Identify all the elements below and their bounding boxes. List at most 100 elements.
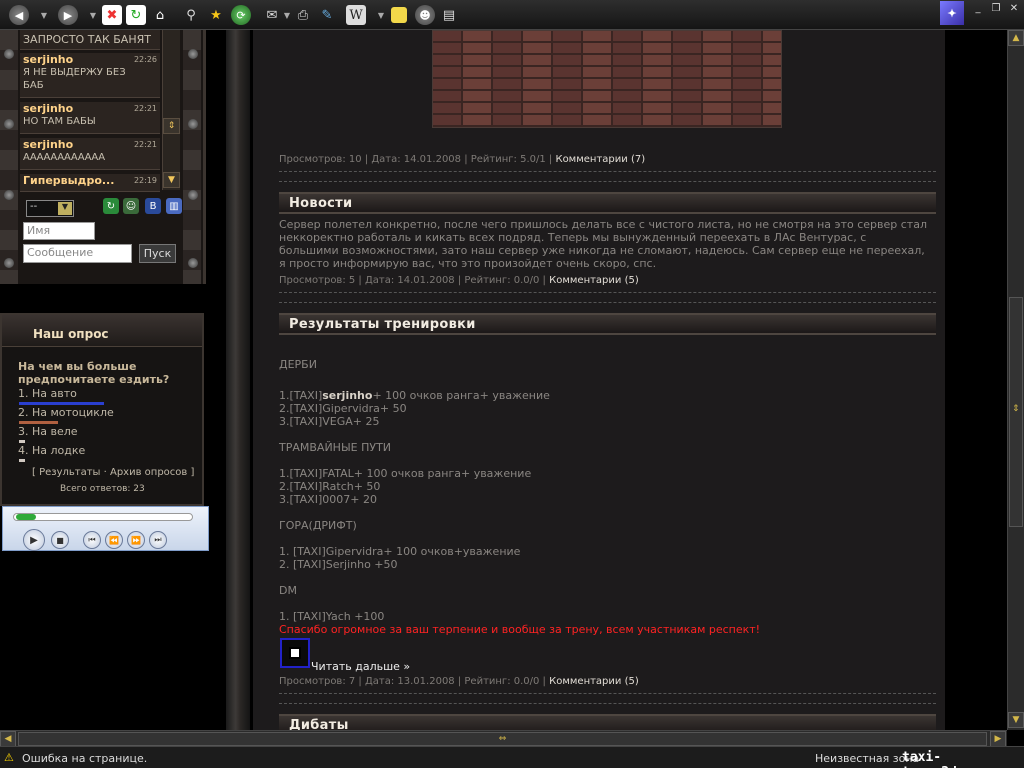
bolt-icon [188,49,198,59]
hscroll-thumb[interactable]: ⇔ [18,732,987,746]
seek-bar[interactable] [13,513,193,521]
bolt-icon [4,190,14,200]
chat-scroll-down-icon[interactable]: ▼ [163,172,180,188]
refresh-icon[interactable]: ↻ [126,5,146,25]
training-line: 1. [TAXI]Yach +100 [279,610,385,623]
history-icon[interactable]: ⟳ [231,5,251,25]
word-icon[interactable]: W [346,5,366,25]
smiles-icon[interactable]: ☺ [123,198,139,214]
previous-icon[interactable]: ⏮ [83,531,101,549]
section-header: Дибаты [279,714,936,730]
refresh-chat-icon[interactable]: ↻ [103,198,119,214]
restore-icon[interactable]: ❐ [988,2,1004,15]
scroll-thumb[interactable]: ⇕ [1009,297,1023,527]
poll-header: Наш опрос [2,315,202,347]
seek-thumb[interactable] [16,514,36,520]
status-text: Ошибка на странице. [22,752,148,765]
section-title[interactable]: Результаты тренировки [289,317,476,332]
back-icon[interactable]: ◀ [9,5,29,25]
vertical-scrollbar[interactable]: ▲ ⇕ ▼ [1007,30,1024,730]
poll-total: Всего ответов: 23 [60,484,145,494]
mail-icon[interactable]: ✉ [262,5,282,25]
comments-link[interactable]: Комментарии (5) [549,275,639,286]
comments-link[interactable]: Комментарии (5) [549,676,639,687]
scroll-down-icon[interactable]: ▼ [1008,712,1024,728]
read-more-link[interactable]: Читать дальше » [311,660,410,673]
close-icon[interactable]: ✕ [1006,2,1022,15]
chat-scrollbar[interactable]: ⇕ ▼ [162,30,180,190]
thanks-text: Спасибо огромное за ваш терпение и вообщ… [279,623,761,636]
mail-dropdown-icon[interactable]: ▼ [283,5,291,25]
bolt-icon [188,190,198,200]
windows-logo-icon: ✦ [940,1,964,25]
message-input[interactable]: Сообщение [23,244,132,263]
divider [279,703,936,704]
send-button[interactable]: Пуск [139,244,176,263]
news-text: Сервер полетел конкретно, после чего при… [279,218,939,270]
messenger-icon[interactable]: ☻ [415,5,435,25]
chat-channel-select[interactable]: -- ▼ [26,200,74,217]
play-icon[interactable]: ▶ [23,529,45,551]
notes-icon[interactable] [391,7,407,23]
warning-icon[interactable]: ⚠ [4,751,14,764]
poll-bar [19,459,25,462]
next-icon[interactable]: ⏭ [149,531,167,549]
print-icon[interactable]: ⎙ [293,5,313,25]
training-line: 1.[TAXI]FATAL+ 100 очков ранга+ уважение [279,467,532,480]
post-image [432,30,782,128]
chat-scroll-thumb-icon[interactable]: ⇕ [163,118,180,134]
rewind-icon[interactable]: ⏪ [105,531,123,549]
chat-message: Гипервыдро... 22:19 [20,174,160,192]
bolt-icon [4,119,14,129]
bolt-icon [4,258,14,268]
home-icon[interactable]: ⌂ [150,5,170,25]
research-icon[interactable]: ▤ [439,5,459,25]
training-heading: ДЕРБИ [279,358,317,371]
poll-bar [19,421,58,424]
chevron-down-icon[interactable]: ▼ [58,202,72,215]
section-title[interactable]: Дибаты [289,718,349,730]
poll-option[interactable]: 2. На мотоцикле [18,406,114,419]
horizontal-scrollbar[interactable]: ◀ ⇔ ▶ [0,730,1007,747]
broken-image-icon[interactable] [280,638,310,668]
edit-icon[interactable]: ✎ [317,5,337,25]
name-input[interactable]: Имя [23,222,95,240]
forward-dropdown-icon[interactable]: ▼ [89,5,97,25]
post-meta: Просмотров: 7 | Дата: 13.01.2008 | Рейти… [279,676,639,687]
poll-option[interactable]: 1. На авто [18,387,77,400]
training-line: 1. [TAXI]Gipervidra+ 100 очков+уважение [279,545,521,558]
archive-icon[interactable]: ▥ [166,198,182,214]
poll-widget: Наш опрос На чем вы больше предпочитаете… [0,313,204,506]
minimize-icon[interactable]: _ [970,2,986,15]
poll-option[interactable]: 4. На лодке [18,444,85,457]
training-text: 1.[TAXI] [279,389,323,402]
scroll-up-icon[interactable]: ▲ [1008,30,1024,46]
media-player: ▶ ■ ⏮ ⏪ ⏩ ⏭ [2,506,209,551]
poll-links[interactable]: [ Результаты · Архив опросов ] [32,467,194,478]
section-title[interactable]: Новости [289,196,352,211]
poll-option[interactable]: 3. На веле [18,425,78,438]
chat-message: serjinho 22:21 НО ТАМ БАБЫ [20,102,160,134]
favorites-icon[interactable]: ★ [206,5,226,25]
forward-icon[interactable]: ▶ [58,5,78,25]
stop-icon[interactable]: ✖ [102,5,122,25]
section-header: Результаты тренировки [279,313,936,335]
fast-forward-icon[interactable]: ⏩ [127,531,145,549]
word-dropdown-icon[interactable]: ▼ [377,5,385,25]
chat-message: ЗАПРОСТО ТАК БАНЯТ [20,30,160,50]
post-meta: Просмотров: 5 | Дата: 14.01.2008 | Рейти… [279,275,639,286]
training-heading: ГОРА(ДРИФТ) [279,519,357,532]
scroll-left-icon[interactable]: ◀ [0,731,16,747]
comments-link[interactable]: Комментарии (7) [555,154,645,165]
search-icon[interactable]: ⚲ [181,5,201,25]
bbcode-icon[interactable]: B [145,198,161,214]
chat-message-text: АААААААААААА [23,152,106,163]
scroll-right-icon[interactable]: ▶ [990,731,1006,747]
chat-message-text: ЗАПРОСТО ТАК БАНЯТ [23,33,151,46]
chat-time: 22:19 [133,176,157,185]
chat-widget: ЗАПРОСТО ТАК БАНЯТ serjinho 22:26 Я НЕ В… [0,30,206,284]
news-line: Сервер полетел конкретно, после чего при… [279,218,927,231]
back-dropdown-icon[interactable]: ▼ [40,5,48,25]
post-meta: Просмотров: 10 | Дата: 14.01.2008 | Рейт… [279,154,645,165]
stop-playback-icon[interactable]: ■ [51,531,69,549]
